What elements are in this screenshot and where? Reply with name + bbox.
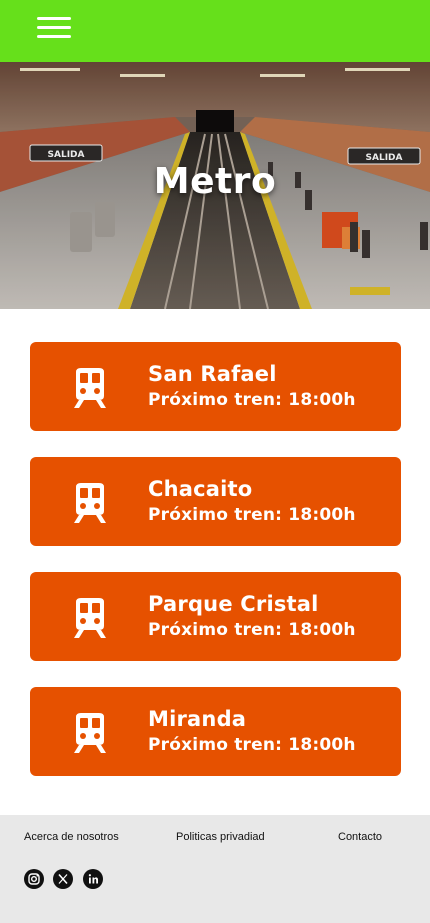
page-title: Metro: [153, 161, 277, 202]
footer-link-about[interactable]: Acerca de nosotros: [24, 831, 119, 843]
top-bar: [0, 0, 430, 62]
next-train-time: Próximo tren: 18:00h: [148, 735, 356, 755]
station-card-chacaito[interactable]: Chacaito Próximo tren: 18:00h: [30, 457, 401, 546]
hero-banner: SALIDA SALIDA Metro: [0, 62, 430, 309]
train-icon: [74, 368, 106, 408]
station-list: San Rafael Próximo tren: 18:00h Chacaito…: [30, 342, 401, 802]
station-name: Chacaito: [148, 477, 253, 501]
train-icon: [74, 713, 106, 753]
station-card-san-rafael[interactable]: San Rafael Próximo tren: 18:00h: [30, 342, 401, 431]
next-train-time: Próximo tren: 18:00h: [148, 390, 356, 410]
station-name: Parque Cristal: [148, 592, 319, 616]
next-train-time: Próximo tren: 18:00h: [148, 505, 356, 525]
next-train-time: Próximo tren: 18:00h: [148, 620, 356, 640]
train-icon: [74, 483, 106, 523]
instagram-icon[interactable]: [24, 869, 44, 889]
station-name: Miranda: [148, 707, 247, 731]
linkedin-icon[interactable]: [83, 869, 103, 889]
footer: Acerca de nosotros Politicas privadiad C…: [0, 815, 430, 923]
station-card-parque-cristal[interactable]: Parque Cristal Próximo tren: 18:00h: [30, 572, 401, 661]
station-name: San Rafael: [148, 362, 277, 386]
footer-link-contact[interactable]: Contacto: [338, 831, 382, 843]
x-icon[interactable]: [53, 869, 73, 889]
hamburger-menu-icon[interactable]: [37, 17, 71, 39]
train-icon: [74, 598, 106, 638]
footer-link-privacy[interactable]: Politicas privadiad: [176, 831, 265, 843]
station-card-miranda[interactable]: Miranda Próximo tren: 18:00h: [30, 687, 401, 776]
